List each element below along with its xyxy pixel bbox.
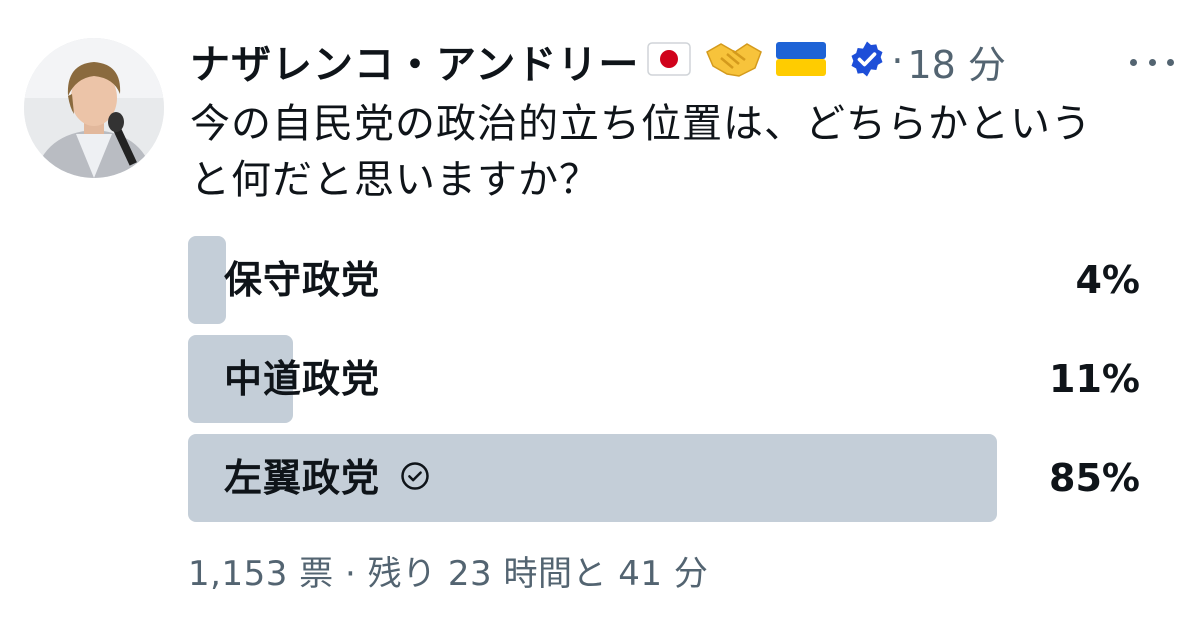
poll-option: 保守政党 4% [188, 236, 1140, 324]
author-name[interactable]: ナザレンコ・アンドリー [190, 32, 639, 90]
more-dot [1148, 58, 1156, 66]
poll-option-text: 中道政党 [224, 357, 381, 401]
poll-option: 中道政党 11% [188, 335, 1140, 423]
poll-option-label: 保守政党 [224, 236, 380, 324]
more-options-icon[interactable] [1130, 52, 1174, 72]
post-text-line: 今の自民党の政治的立ち位置は、どちらかという [190, 101, 1092, 147]
more-dot [1130, 58, 1137, 66]
handshake-icon [705, 38, 763, 84]
check-circle-icon [400, 434, 430, 522]
poll-footer: 1,153 票 · 残り 23 時間と 41 分 [188, 554, 709, 594]
avatar[interactable] [24, 38, 164, 178]
poll-option-label: 左翼政党 [224, 434, 430, 522]
poll-option-percent: 11% [1049, 357, 1140, 401]
verified-badge-icon [847, 39, 887, 83]
post-text-line: と何だと思いますか？ [190, 157, 600, 203]
japan-flag-icon [647, 42, 692, 80]
post-header: ナザレンコ・アンドリー · 18 分 [190, 34, 1006, 89]
poll: 保守政党 4% 中道政党 11% 左翼政党 85% [188, 236, 1140, 533]
poll-bar [188, 236, 227, 324]
poll-option-text: 左翼政党 [224, 456, 381, 500]
separator-dot: · [891, 39, 904, 83]
poll-option-percent: 85% [1049, 456, 1140, 500]
poll-option-text: 保守政党 [224, 258, 381, 302]
more-dot [1167, 58, 1174, 66]
poll-option-label: 中道政党 [224, 335, 380, 423]
ukraine-flag-icon [775, 41, 827, 81]
post-text: 今の自民党の政治的立ち位置は、どちらかという と何だと思いますか？ [190, 96, 1170, 208]
poll-option-percent: 4% [1075, 258, 1140, 302]
avatar-photo [24, 38, 164, 178]
poll-post: ナザレンコ・アンドリー · 18 分 今の自民党の政治的立ち位置は、どちらかとい… [0, 0, 1200, 642]
post-time[interactable]: 18 分 [908, 34, 1006, 89]
poll-option: 左翼政党 85% [188, 434, 1140, 522]
